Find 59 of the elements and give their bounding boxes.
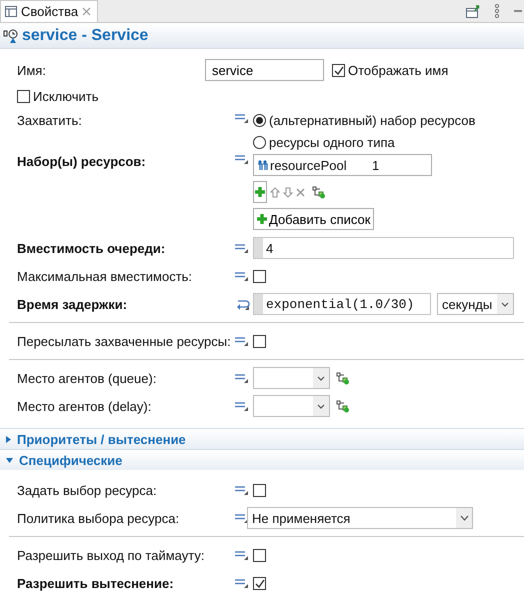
down-arrow-icon[interactable] [283,186,293,198]
checkbox[interactable] [253,548,266,562]
check-mark-icon [334,66,344,74]
field-label: Захватить: [17,113,83,128]
queue-capacity-field[interactable]: 4 [253,237,514,259]
picker-icon[interactable] [312,186,326,198]
close-icon [82,7,92,16]
field-label: Время задержки: [17,296,128,312]
window-icon [5,6,17,17]
field-label: Набор(ы) ресурсов: [17,154,147,169]
section-header[interactable]: Приоритеты / вытеснение [0,428,524,449]
field-label: Пересылать захваченные ресурсы: [17,334,232,348]
chevron-down-icon [460,515,468,521]
checkbox[interactable] [253,484,266,496]
plus-icon [257,214,267,224]
radio-label: ресурсы одного типа [269,135,395,150]
checkbox[interactable] [253,270,266,282]
field-label: Место агентов (delay): [17,398,152,414]
code-field[interactable]: exponential(1.0/30) [253,293,431,315]
field-label: Разрешить выход по таймауту: [17,548,206,562]
minimize-icon[interactable] [514,9,522,13]
picker-icon[interactable] [336,372,350,384]
field-label: Политика выбора ресурса: [17,510,180,526]
field-label: Вместимость очереди: [17,240,166,256]
add-button[interactable] [253,181,267,203]
field-label: Задать выбор ресурса: [17,482,158,498]
policy-dropdown[interactable]: Не применяется [247,507,473,529]
block-title: service - Service [22,26,148,44]
field-label: Максимальная вместимость: [17,268,194,284]
unit-dropdown[interactable]: секунды [437,293,514,315]
chevron-down-icon [317,404,325,408]
up-arrow-icon[interactable] [270,186,280,198]
people-icon [257,160,268,170]
check-mark-icon [254,578,264,588]
checkbox[interactable] [332,64,345,76]
table-cell: 1 [372,158,380,172]
picker-icon[interactable] [336,400,350,412]
checkbox-label: Отображать имя [348,62,448,78]
chevron-down-icon [317,376,325,380]
view-menu-icon[interactable] [494,4,500,18]
plus-icon [255,187,265,197]
radio-button[interactable] [253,114,266,127]
radio-button[interactable] [253,136,266,149]
field-label: Место агентов (queue): [17,370,158,386]
add-list-button[interactable]: Добавить список [253,208,374,230]
field-label: Разрешить вытеснение: [17,576,175,590]
checkbox-label: Исключить [33,88,98,104]
service-block-icon [3,28,19,44]
checkbox[interactable] [253,334,266,348]
section-header[interactable]: Специфические [0,449,524,470]
name-field[interactable]: service [205,59,324,81]
field-label: Имя: [17,62,47,78]
chevron-down-icon [501,302,509,306]
checkbox[interactable] [253,576,266,590]
checkbox[interactable] [17,90,30,102]
properties-tab[interactable]: Свойства [0,0,98,22]
table-cell-text: resourcePool [270,158,348,172]
delete-icon[interactable] [296,188,305,196]
radio-label: (альтернативный) набор ресурсов [269,113,476,128]
